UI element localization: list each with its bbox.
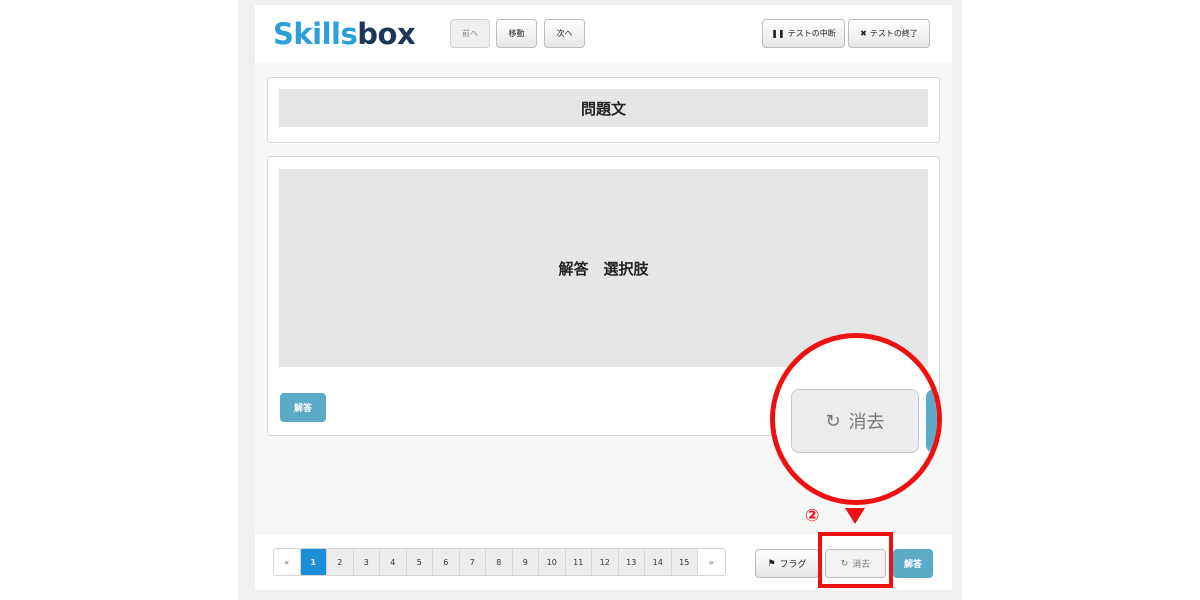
skillsbox-logo: Skillsbox (273, 17, 416, 51)
refresh-icon: ↻ (825, 410, 841, 432)
page-7[interactable]: 7 (459, 549, 486, 575)
zoomed-clear-button: ↻ 消去 (791, 389, 919, 453)
end-test-button[interactable]: ✖ テストの終了 (848, 19, 930, 48)
zoom-callout: ↻ 消去 (770, 333, 942, 505)
page-6[interactable]: 6 (433, 549, 460, 575)
submit-answer-button[interactable]: 解答 (280, 393, 326, 422)
highlight-box (818, 532, 893, 588)
question-panel: 問題文 (267, 77, 940, 143)
page-11[interactable]: 11 (565, 549, 592, 575)
page-14[interactable]: 14 (645, 549, 672, 575)
header: Skillsbox 前へ 移動 次へ ❚❚ テストの中断 ✖ テストの終了 (255, 5, 952, 62)
pagination: « 1 2 3 4 5 6 7 8 9 10 11 12 13 14 15 » (273, 548, 726, 576)
page-next-button[interactable]: » (698, 549, 725, 575)
prev-label: 前へ (462, 29, 478, 38)
flag-button[interactable]: ⚑ フラグ (755, 549, 819, 578)
flag-icon: ⚑ (767, 558, 776, 569)
page-1[interactable]: 1 (300, 549, 327, 575)
page-8[interactable]: 8 (486, 549, 513, 575)
page-13[interactable]: 13 (618, 549, 645, 575)
question-text: 問題文 (279, 89, 928, 127)
page-4[interactable]: 4 (380, 549, 407, 575)
zoomed-clear-label: 消去 (848, 412, 885, 433)
footer-answer-button[interactable]: 解答 (893, 549, 933, 578)
close-icon: ✖ (860, 29, 867, 38)
page-5[interactable]: 5 (406, 549, 433, 575)
page-9[interactable]: 9 (512, 549, 539, 575)
page-2[interactable]: 2 (327, 549, 354, 575)
move-label: 移動 (508, 29, 525, 38)
pause-label: テストの中断 (787, 29, 836, 38)
page-10[interactable]: 10 (539, 549, 566, 575)
next-button[interactable]: 次へ (544, 19, 585, 48)
move-button[interactable]: 移動 (496, 19, 537, 48)
next-label: 次へ (556, 29, 573, 38)
pause-test-button[interactable]: ❚❚ テストの中断 (762, 19, 845, 48)
arrow-down-icon (845, 508, 865, 524)
pause-icon: ❚❚ (771, 29, 785, 38)
prev-button[interactable]: 前へ (450, 19, 490, 48)
page-12[interactable]: 12 (592, 549, 619, 575)
page-15[interactable]: 15 (671, 549, 698, 575)
step-marker: ② (805, 506, 820, 526)
logo-part-2: box (357, 17, 416, 51)
page-prev-button[interactable]: « (274, 549, 301, 575)
flag-label: フラグ (779, 560, 807, 570)
logo-part-1: Skills (273, 17, 358, 51)
page-3[interactable]: 3 (353, 549, 380, 575)
end-label: テストの終了 (869, 29, 918, 38)
